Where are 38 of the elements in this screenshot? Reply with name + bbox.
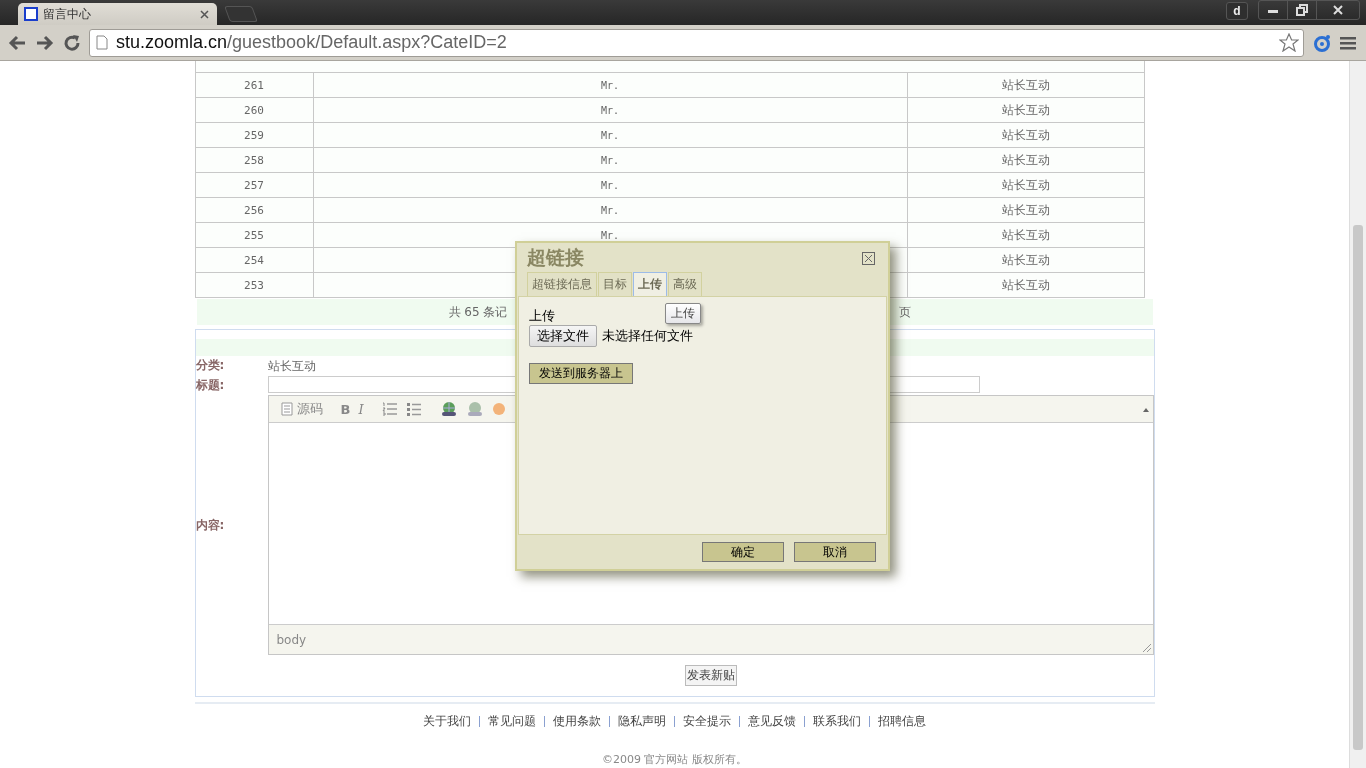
tooltip: 上传 (665, 303, 701, 324)
element-path: body (276, 632, 307, 647)
table-cell: 站长互动 (907, 272, 1144, 298)
field-label: 分类: (195, 357, 226, 374)
table-cell: Mr. (313, 73, 907, 98)
table-cell: 253 (195, 272, 313, 298)
table-cell: Mr. (313, 197, 907, 223)
copyright-text: ©2009 官方网站 版权所有。 (602, 752, 747, 767)
record-count: 共 65 条记 (448, 303, 508, 321)
table-cell: 254 (195, 247, 313, 273)
field-label: 上传 (529, 307, 555, 325)
table-cell: Mr. (313, 122, 907, 148)
url-text: stu.zoomla.cn/guestbook/Default.aspx?CateID=2 (116, 32, 508, 53)
tab-title: 留言中心 (43, 5, 92, 23)
table-cell: 站长互动 (907, 147, 1144, 173)
table-cell: Mr. (313, 147, 907, 173)
table-cell: 256 (195, 197, 313, 223)
dialog-title: 超链接 (527, 245, 584, 270)
category-value: 站长互动 (267, 358, 316, 375)
table-cell: 257 (195, 172, 313, 198)
table-cell: Mr. (313, 172, 907, 198)
table-cell: 258 (195, 147, 313, 173)
page-text: 页 (898, 303, 911, 321)
table-cell: 站长互动 (907, 97, 1144, 123)
field-label: 标题: (195, 376, 226, 394)
table-cell: 站长互动 (907, 73, 1144, 98)
table-cell: 站长互动 (907, 222, 1144, 248)
table-cell: 261 (195, 73, 313, 98)
table-cell: 站长互动 (907, 172, 1144, 198)
table-cell: 站长互动 (907, 122, 1144, 148)
field-label: 内容: (195, 516, 226, 534)
table-cell: Mr. (313, 97, 907, 123)
file-status: 未选择任何文件 (602, 327, 693, 345)
table-cell: 259 (195, 122, 313, 148)
table-cell: 站长互动 (907, 197, 1144, 223)
table-cell: 255 (195, 222, 313, 248)
table-cell: 260 (195, 97, 313, 123)
table-cell: 站长互动 (907, 247, 1144, 273)
